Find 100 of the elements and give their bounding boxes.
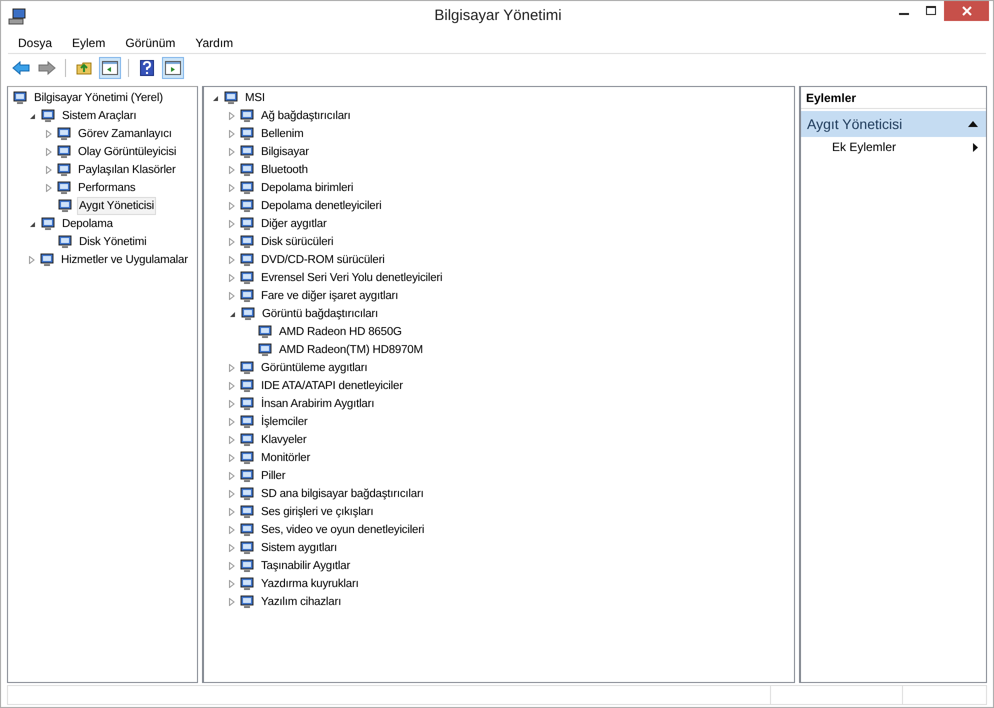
tree-item[interactable]: Disk sürücüleri <box>259 233 336 251</box>
collapsed-arrow-icon[interactable] <box>229 130 235 138</box>
tree-item[interactable]: Görüntüleme aygıtları <box>259 359 370 377</box>
collapsed-arrow-icon[interactable] <box>229 148 235 156</box>
tree-item[interactable]: Depolama birimleri <box>259 179 356 197</box>
device-icon <box>239 594 255 610</box>
toolbar-button[interactable] <box>162 57 184 79</box>
tree-item[interactable]: Görev Zamanlayıcı <box>76 125 174 143</box>
device-icon <box>239 144 255 160</box>
tree-item[interactable]: Evrensel Seri Veri Yolu denetleyicileri <box>259 269 444 287</box>
tree-item[interactable]: Sistem aygıtları <box>259 539 340 557</box>
menu-item[interactable]: Yardım <box>185 34 244 52</box>
section-title: Aygıt Yöneticisi <box>807 114 902 134</box>
tree-item[interactable]: Hizmetler ve Uygulamalar <box>59 251 190 269</box>
expanded-arrow-icon[interactable] <box>29 220 36 228</box>
tree-item[interactable]: Yazılım cihazları <box>259 593 344 611</box>
tree-item[interactable]: Depolama <box>60 215 115 233</box>
menu-item[interactable]: Görünüm <box>115 34 186 52</box>
tree-item[interactable]: Ses, video ve oyun denetleyicileri <box>259 521 426 539</box>
device-icon <box>239 270 255 286</box>
collapsed-arrow-icon[interactable] <box>229 202 235 210</box>
collapsed-arrow-icon[interactable] <box>229 292 235 300</box>
tree-item[interactable]: Ağ bağdaştırıcıları <box>259 107 353 125</box>
tree-item[interactable]: Bilgisayar Yönetimi (Yerel) <box>32 89 165 107</box>
tree-item[interactable]: Olay Görüntüleyicisi <box>76 143 178 161</box>
collapsed-arrow-icon[interactable] <box>229 400 235 408</box>
collapsed-arrow-icon[interactable] <box>29 256 35 264</box>
menu-item[interactable]: Dosya <box>8 34 62 52</box>
device-icon <box>239 288 255 304</box>
tree-item[interactable]: Taşınabilir Aygıtlar <box>259 557 352 575</box>
tree-item[interactable]: IDE ATA/ATAPI denetleyiciler <box>259 377 405 395</box>
device-icon <box>239 504 255 520</box>
tree-item[interactable]: Fare ve diğer işaret aygıtları <box>259 287 400 305</box>
collapsed-arrow-icon[interactable] <box>46 166 52 174</box>
tree-item[interactable]: Bilgisayar <box>259 143 311 161</box>
tree-item[interactable]: Sistem Araçları <box>60 107 138 125</box>
expanded-arrow-icon[interactable] <box>29 112 36 120</box>
tree-item[interactable]: Aygıt Yöneticisi <box>77 197 156 215</box>
tree-item[interactable]: Bluetooth <box>259 161 310 179</box>
tree-item[interactable]: AMD Radeon HD 8650G <box>277 323 404 341</box>
toolbar-button[interactable] <box>99 57 121 79</box>
tree-item[interactable]: Ses girişleri ve çıkışları <box>259 503 376 521</box>
collapsed-arrow-icon[interactable] <box>229 364 235 372</box>
collapsed-arrow-icon[interactable] <box>229 436 235 444</box>
device-icon <box>239 558 255 574</box>
folder-up-icon <box>76 60 92 76</box>
tree-item[interactable]: Performans <box>76 179 138 197</box>
device-icon <box>239 396 255 412</box>
tree-item[interactable]: Diğer aygıtlar <box>259 215 329 233</box>
minimize-icon <box>898 13 908 15</box>
tree-item[interactable]: Yazdırma kuyrukları <box>259 575 361 593</box>
collapsed-arrow-icon[interactable] <box>229 454 235 462</box>
collapsed-arrow-icon[interactable] <box>229 382 235 390</box>
collapsed-arrow-icon[interactable] <box>46 130 52 138</box>
tree-item[interactable]: Bellenim <box>259 125 306 143</box>
device-icon <box>239 432 255 448</box>
tree-item[interactable]: Klavyeler <box>259 431 308 449</box>
collapsed-arrow-icon[interactable] <box>46 148 52 156</box>
device-icon <box>239 468 255 484</box>
actions-section-header[interactable]: Aygıt Yöneticisi <box>801 111 986 137</box>
expanded-arrow-icon[interactable] <box>229 310 236 318</box>
close-button[interactable] <box>944 1 989 21</box>
collapsed-arrow-icon[interactable] <box>229 472 235 480</box>
tree-item[interactable]: İnsan Arabirim Aygıtları <box>259 395 376 413</box>
tree-item[interactable]: İşlemciler <box>259 413 310 431</box>
tree-item[interactable]: AMD Radeon(TM) HD8970M <box>277 341 425 359</box>
collapsed-arrow-icon[interactable] <box>229 418 235 426</box>
device-icon <box>239 126 255 142</box>
tree-item[interactable]: Paylaşılan Klasörler <box>76 161 178 179</box>
collapsed-arrow-icon[interactable] <box>229 184 235 192</box>
collapsed-arrow-icon[interactable] <box>229 238 235 246</box>
collapsed-arrow-icon[interactable] <box>229 598 235 606</box>
device-icon <box>56 144 72 160</box>
device-icon <box>239 360 255 376</box>
collapsed-arrow-icon[interactable] <box>229 490 235 498</box>
tree-item[interactable]: Monitörler <box>259 449 312 467</box>
collapsed-arrow-icon[interactable] <box>229 508 235 516</box>
tree-item[interactable]: Disk Yönetimi <box>77 233 148 251</box>
tree-item[interactable]: SD ana bilgisayar bağdaştırıcıları <box>259 485 426 503</box>
action-link[interactable]: Ek Eylemler <box>832 138 896 156</box>
collapsed-arrow-icon[interactable] <box>46 184 52 192</box>
collapsed-arrow-icon[interactable] <box>229 112 235 120</box>
tree-item[interactable]: Depolama denetleyicileri <box>259 197 384 215</box>
collapsed-arrow-icon[interactable] <box>229 220 235 228</box>
tree-item[interactable]: DVD/CD-ROM sürücüleri <box>259 251 387 269</box>
collapsed-arrow-icon[interactable] <box>229 166 235 174</box>
collapsed-arrow-icon[interactable] <box>229 274 235 282</box>
device-icon <box>12 90 28 106</box>
collapsed-arrow-icon[interactable] <box>229 544 235 552</box>
collapse-arrow-icon[interactable] <box>968 121 978 127</box>
tree-item[interactable]: Piller <box>259 467 288 485</box>
maximize-icon <box>926 6 936 16</box>
tree-item[interactable]: Görüntü bağdaştırıcıları <box>260 305 380 323</box>
tree-item[interactable]: MSI <box>243 89 267 107</box>
collapsed-arrow-icon[interactable] <box>229 256 235 264</box>
collapsed-arrow-icon[interactable] <box>229 526 235 534</box>
collapsed-arrow-icon[interactable] <box>229 580 235 588</box>
collapsed-arrow-icon[interactable] <box>229 562 235 570</box>
menu-item[interactable]: Eylem <box>62 34 116 52</box>
expanded-arrow-icon[interactable] <box>212 94 219 102</box>
